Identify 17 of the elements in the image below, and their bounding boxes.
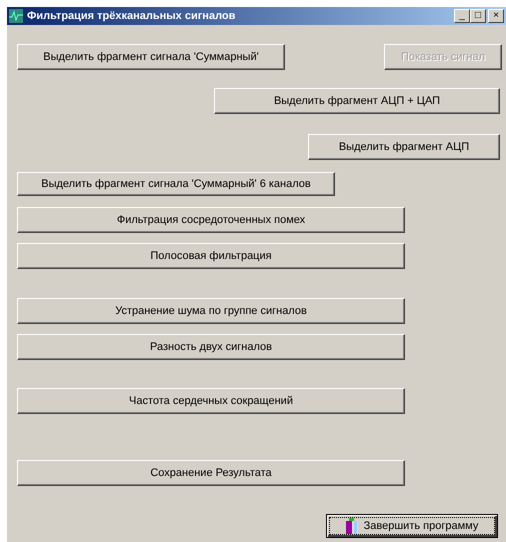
window-title: Фильтрация трёхканальных сигналов xyxy=(27,10,236,22)
button[interactable]: Выделить фрагмент АЦП + ЦАП xyxy=(214,88,500,114)
close-button[interactable]: × xyxy=(488,9,504,23)
minimize-button[interactable]: _ xyxy=(454,9,470,23)
button[interactable]: Выделить фрагмент сигнала 'Суммарный' 6 каналов xyxy=(17,172,335,196)
app-icon xyxy=(9,9,23,23)
button[interactable]: Фильтрация сосредоточенных помех xyxy=(17,207,405,233)
button[interactable]: Частота сердечных сокращений xyxy=(17,388,405,414)
button[interactable]: Разность двух сигналов xyxy=(17,334,405,360)
maximize-button[interactable]: □ xyxy=(470,9,486,23)
button[interactable]: Завершить программу xyxy=(326,514,498,538)
button[interactable]: Выделить фрагмент сигнала 'Суммарный' xyxy=(17,44,285,70)
door-icon xyxy=(346,518,358,534)
button[interactable]: Полосовая фильтрация xyxy=(17,243,405,269)
button[interactable]: Выделить фрагмент АЦП xyxy=(308,134,500,160)
button[interactable]: Устранение шума по группе сигналов xyxy=(17,298,405,324)
button[interactable]: Сохранение Результата xyxy=(17,460,405,486)
